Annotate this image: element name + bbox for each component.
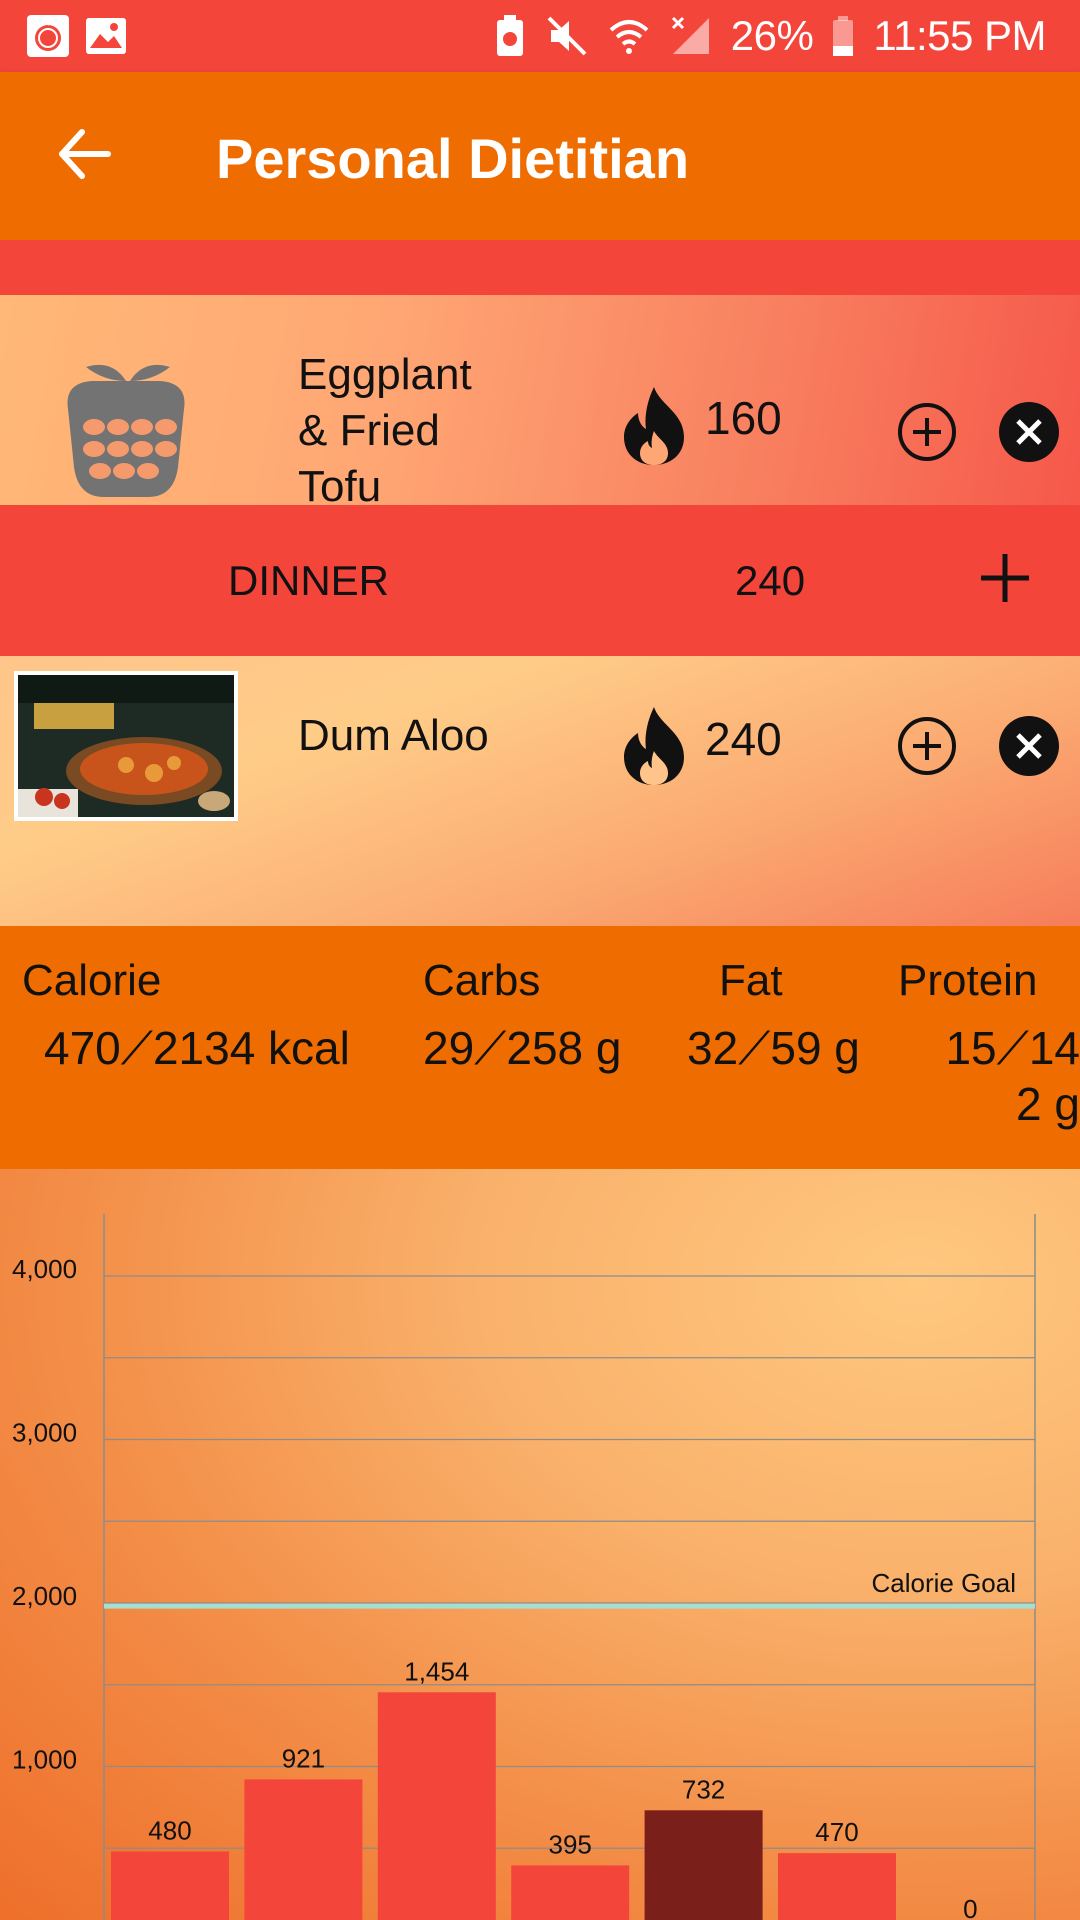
chart-bar: [244, 1779, 363, 1920]
bar-value-label: 470: [815, 1817, 858, 1847]
bar-value-label: 732: [682, 1774, 725, 1804]
calorie-history-chart: 1,000 2,000 3,000 4,000 Calorie Goal 480 921 1,…: [0, 1169, 1080, 1920]
calorie-goal-label: Calorie Goal: [871, 1568, 1016, 1598]
protein-value: 15⟋142 g: [945, 1022, 1080, 1130]
page-title: Personal Dietitian: [216, 127, 690, 190]
meal-item-name: Eggplant & Fried Tofu: [298, 350, 472, 505]
add-circle-icon[interactable]: [896, 715, 958, 777]
remove-circle-icon[interactable]: [998, 401, 1060, 463]
food-calculator-icon: [67, 364, 185, 497]
meal-section-calories: 240: [735, 557, 806, 604]
bar-value-label: 1,454: [404, 1656, 469, 1686]
meal-item-calories: 240: [705, 713, 782, 765]
meal-item-calories: 160: [705, 392, 782, 444]
nutrition-summary: Calorie Carbs Fat Protein 470⟋2134 kcal …: [0, 926, 1080, 1169]
fat-label: Fat: [719, 956, 783, 1005]
calorie-label: Calorie: [22, 956, 162, 1005]
back-arrow-icon[interactable]: [50, 118, 122, 190]
wifi-icon: [609, 20, 649, 54]
bar-value-label: 0: [963, 1894, 977, 1920]
section-header-strip: [0, 240, 1080, 295]
y-tick-label: 4,000: [12, 1254, 77, 1284]
app-bar: Personal Dietitian: [0, 72, 1080, 240]
chart-bar: [377, 1692, 496, 1920]
flame-icon: [624, 707, 684, 785]
clock: 11:55 PM: [873, 12, 1046, 59]
bar-chart: 1,000 2,000 3,000 4,000 Calorie Goal 480 921 1,…: [12, 1214, 1036, 1920]
add-circle-icon[interactable]: [896, 401, 958, 463]
carbs-label: Carbs: [423, 956, 541, 1005]
remove-circle-icon[interactable]: [998, 715, 1060, 777]
flame-icon: [624, 387, 684, 465]
add-food-plus-icon[interactable]: [975, 548, 1035, 608]
meal-item-row[interactable]: Eggplant & Fried Tofu 160: [0, 295, 1080, 505]
meal-section-header-dinner: DINNER 240: [0, 505, 1080, 656]
chart-bar: [778, 1853, 896, 1920]
screen: 26% 11:55 PM Personal Dietitian Eggplant…: [0, 0, 1080, 1920]
no-signal-icon: [671, 16, 709, 54]
apple-app-icon: [27, 15, 69, 57]
calorie-value: 470⟋2134 kcal: [44, 1022, 350, 1074]
carbs-value: 29⟋258 g: [423, 1022, 622, 1074]
y-tick-label: 3,000: [12, 1418, 77, 1448]
fat-value: 32⟋59 g: [687, 1022, 860, 1074]
battery-icon: [833, 16, 854, 56]
battery-percent: 26%: [730, 12, 814, 59]
gallery-icon: [86, 18, 126, 54]
y-tick-label: 2,000: [12, 1581, 77, 1611]
status-bar: 26% 11:55 PM: [0, 0, 1080, 72]
protein-label: Protein: [898, 956, 1038, 1005]
bar-value-label: 395: [549, 1829, 592, 1859]
meal-item-name: Dum Aloo: [298, 711, 489, 760]
meal-section-label: DINNER: [228, 557, 390, 604]
chart-bar: [111, 1851, 229, 1920]
battery-saver-icon: [496, 15, 523, 56]
food-photo: [14, 671, 238, 821]
meal-item-row[interactable]: Dum Aloo 240: [0, 656, 1080, 926]
bar-value-label: 480: [148, 1816, 191, 1846]
bar-value-label: 921: [282, 1743, 325, 1773]
mute-icon: [547, 16, 587, 56]
chart-bar: [511, 1865, 630, 1920]
y-tick-label: 1,000: [12, 1745, 77, 1775]
chart-bar: [644, 1810, 763, 1920]
